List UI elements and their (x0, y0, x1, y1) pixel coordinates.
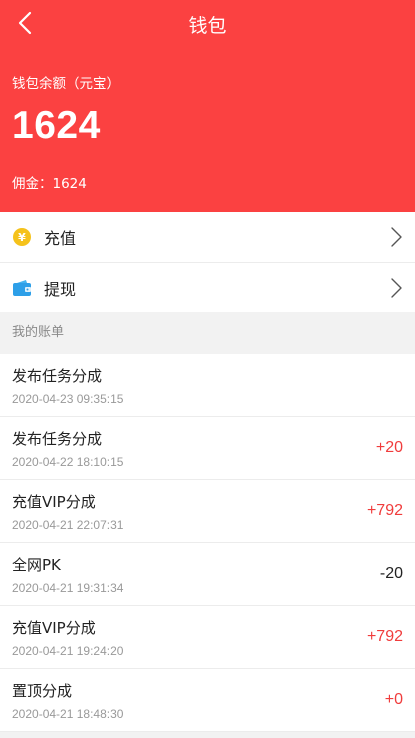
bill-row[interactable]: 全网PK 2020-04-21 19:31:34 -20 (0, 543, 415, 606)
bill-time: 2020-04-21 18:48:30 (12, 706, 124, 721)
balance-value: 1624 (12, 104, 101, 147)
bill-amount: -20 (379, 565, 403, 582)
bill-section-title: 我的账单 (0, 312, 415, 354)
bill-title: 充值VIP分成 (12, 618, 96, 637)
bill-title: 置顶分成 (12, 681, 73, 700)
balance-label: 钱包余额（元宝） (12, 76, 120, 92)
bill-amount: +0 (384, 691, 403, 708)
recharge-row[interactable]: ¥ 充值 (0, 212, 415, 262)
recharge-label: 充值 (44, 229, 77, 248)
bill-title: 全网PK (12, 555, 61, 574)
bill-time: 2020-04-22 18:10:15 (12, 454, 124, 469)
page-title: 钱包 (188, 15, 227, 37)
withdraw-row[interactable]: 提现 (0, 262, 415, 312)
bill-row[interactable]: 发布任务分成 2020-04-22 18:10:15 +20 (0, 417, 415, 480)
bill-title: 充值VIP分成 (12, 492, 96, 511)
commission-text: 佣金：1624 (12, 176, 87, 192)
bill-time: 2020-04-21 22:07:31 (12, 517, 124, 532)
bill-row[interactable]: 充值VIP分成 2020-04-21 19:24:20 +792 (0, 606, 415, 669)
wallet-icon (12, 278, 32, 298)
bill-time: 2020-04-21 19:24:20 (12, 643, 124, 658)
bill-list: 发布任务分成 2020-04-23 09:35:15 发布任务分成 2020-0… (0, 354, 415, 732)
svg-text:¥: ¥ (18, 231, 26, 244)
bill-amount: +792 (366, 628, 403, 645)
withdraw-label: 提现 (44, 279, 77, 299)
chevron-right-icon (391, 227, 402, 247)
bill-amount: +20 (375, 439, 403, 456)
coin-yen-icon: ¥ (12, 227, 32, 247)
wallet-header: 钱包 钱包余额（元宝） 1624 佣金：1624 (0, 0, 415, 212)
chevron-right-icon (391, 277, 402, 298)
bill-amount: +792 (366, 502, 403, 519)
bill-row[interactable]: 发布任务分成 2020-04-23 09:35:15 (0, 354, 415, 417)
bill-title: 发布任务分成 (12, 366, 103, 385)
bill-time: 2020-04-23 09:35:15 (12, 391, 124, 406)
bill-row[interactable]: 置顶分成 2020-04-21 18:48:30 +0 (0, 669, 415, 732)
bill-row[interactable]: 充值VIP分成 2020-04-21 22:07:31 +792 (0, 480, 415, 543)
bill-title: 发布任务分成 (12, 429, 103, 448)
wallet-actions: ¥ 充值 提现 (0, 212, 415, 312)
bill-time: 2020-04-21 19:31:34 (12, 580, 124, 595)
